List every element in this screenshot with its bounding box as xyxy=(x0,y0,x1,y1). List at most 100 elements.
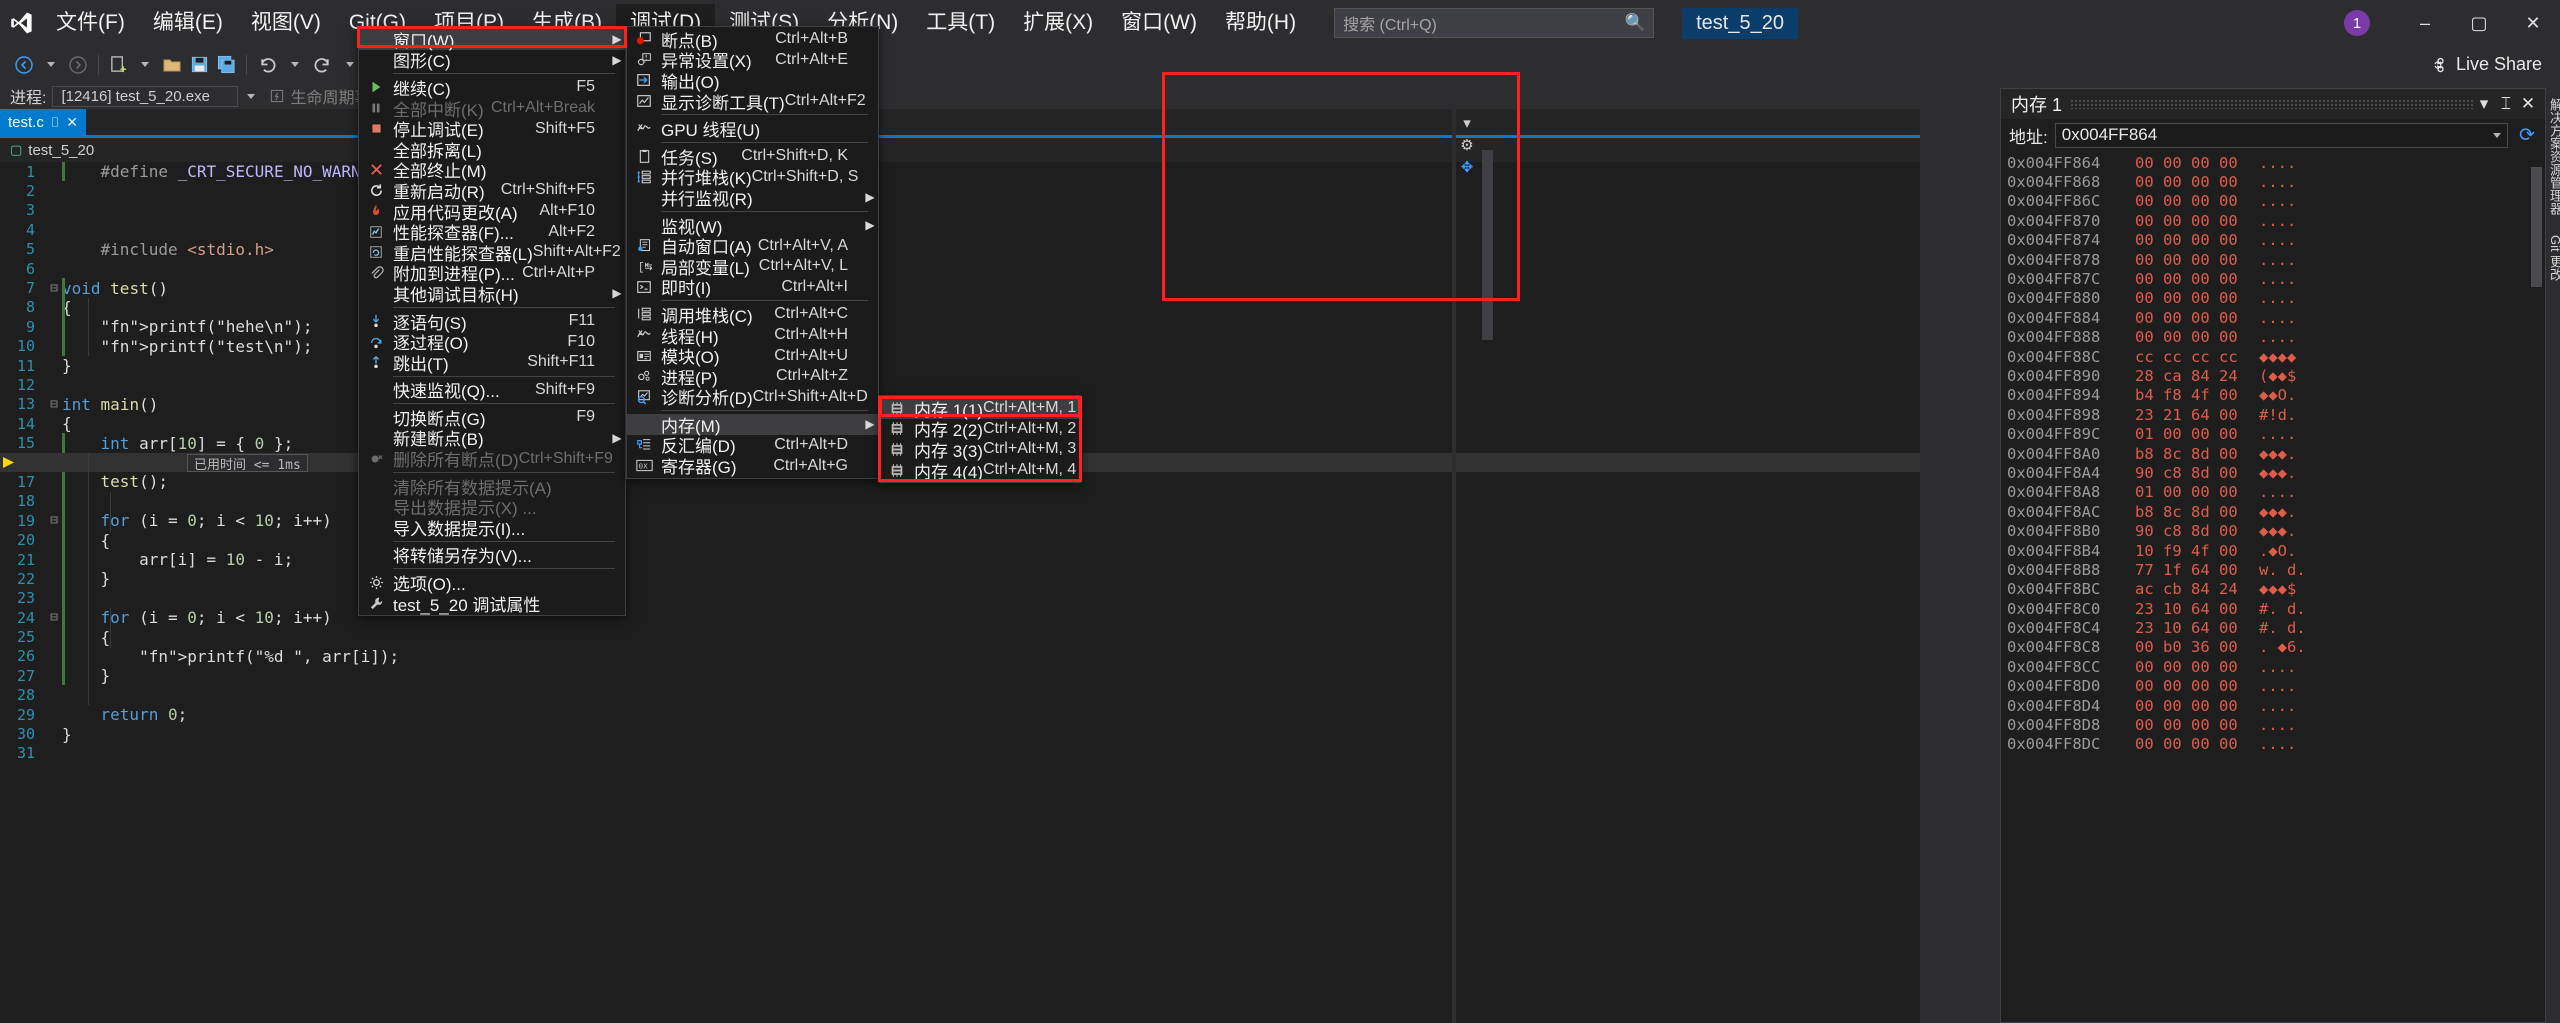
open-file-button[interactable] xyxy=(158,51,186,79)
save-button[interactable] xyxy=(186,51,213,79)
new-item-dropdown[interactable] xyxy=(132,51,158,79)
chevron-down-icon[interactable] xyxy=(2493,132,2501,138)
undo-dropdown[interactable] xyxy=(282,51,308,79)
code-line[interactable]: 8{ xyxy=(0,298,1920,317)
memory-row[interactable]: 0x004FF8AC b8 8c 8d 00 ◆◆◆. xyxy=(2007,502,2545,521)
code-line[interactable]: 22 } xyxy=(0,569,1920,588)
memory-row[interactable]: 0x004FF8B0 90 c8 8d 00 ◆◆◆. xyxy=(2007,521,2545,540)
code-editor[interactable]: 1 #define _CRT_SECURE_NO_WARNINGS 1 23 45 … xyxy=(0,162,1920,1023)
memory-row[interactable]: 0x004FF8D0 00 00 00 00.... xyxy=(2007,677,2545,696)
close-icon[interactable]: ✕ xyxy=(2517,94,2539,114)
memory-row[interactable]: 0x004FF898 23 21 64 00 #!d. xyxy=(2007,405,2545,424)
split-icon[interactable]: ✥ xyxy=(1456,156,1478,178)
menu-item-3[interactable]: 内存 4(4) Ctrl+Alt+M, 4 xyxy=(880,460,1080,482)
memory-row[interactable]: 0x004FF884 00 00 00 00.... xyxy=(2007,308,2545,327)
code-line[interactable]: 4 xyxy=(0,220,1920,239)
code-line[interactable]: 3 xyxy=(0,201,1920,220)
memory-scrollbar-thumb[interactable] xyxy=(2531,167,2542,287)
minimize-button[interactable]: – xyxy=(2398,0,2452,46)
code-line[interactable]: 10 "fn">printf("test\n"); xyxy=(0,337,1920,356)
gear-icon[interactable]: ⚙ xyxy=(1456,134,1478,156)
code-line[interactable]: 30} xyxy=(0,724,1920,744)
memory-row[interactable]: 0x004FF888 00 00 00 00.... xyxy=(2007,328,2545,347)
refresh-icon[interactable]: ⟳ xyxy=(2515,124,2539,147)
live-share-button[interactable]: Live Share xyxy=(2429,54,2560,75)
drag-handle[interactable] xyxy=(2070,99,2473,109)
code-line[interactable]: 12 xyxy=(0,375,1920,394)
editor-gutter[interactable] xyxy=(0,162,14,1023)
memory-row[interactable]: 0x004FF8CC 00 00 00 00.... xyxy=(2007,657,2545,676)
code-line[interactable]: 25 { xyxy=(0,627,1920,647)
pin-icon[interactable]: ⌷ xyxy=(51,114,59,131)
tab-git-changes[interactable]: Git 更改 xyxy=(2546,225,2560,291)
address-input[interactable]: 0x004FF864 xyxy=(2054,122,2508,148)
code-line[interactable]: 1 #define _CRT_SECURE_NO_WARNINGS 1 xyxy=(0,162,1920,181)
memory-row[interactable]: 0x004FF8C0 23 10 64 00 #. d. xyxy=(2007,599,2545,618)
collapse-icon[interactable]: ▾ xyxy=(1456,112,1478,134)
menu-window[interactable]: 窗口(W) xyxy=(1107,4,1211,42)
code-line[interactable]: 5 #include <stdio.h> xyxy=(0,240,1920,259)
memory-row[interactable]: 0x004FF8A8 01 00 00 00.... xyxy=(2007,483,2545,502)
memory-row[interactable]: 0x004FF894 b4 f8 4f 00 ◆◆O. xyxy=(2007,386,2545,405)
memory-row[interactable]: 0x004FF8C8 00 b0 36 00 . ◆6. xyxy=(2007,638,2545,657)
memory-row[interactable]: 0x004FF8C4 23 10 64 00 #. d. xyxy=(2007,618,2545,637)
memory-row[interactable]: 0x004FF8A0 b8 8c 8d 00 ◆◆◆. xyxy=(2007,444,2545,463)
navigate-forward-button[interactable] xyxy=(64,51,92,79)
code-line[interactable]: 28 xyxy=(0,686,1920,705)
menu-item-1[interactable]: 图形(C) ▶ xyxy=(359,50,625,71)
search-input[interactable]: 搜索 (Ctrl+Q) 🔍 xyxy=(1334,8,1655,38)
memory-row[interactable]: 0x004FF864 00 00 00 00.... xyxy=(2007,153,2545,172)
tab-test-c[interactable]: test.c ⌷ ✕ xyxy=(0,109,86,135)
code-line[interactable]: 23 xyxy=(0,589,1920,608)
menu-item-29[interactable]: 将转储另存为(V)... xyxy=(359,545,625,566)
collapse-icon[interactable]: ⊟ xyxy=(46,513,62,528)
redo-button[interactable] xyxy=(308,51,337,79)
navigate-back-dropdown[interactable] xyxy=(38,51,64,79)
chevron-down-icon[interactable]: ▾ xyxy=(2473,94,2495,114)
collapse-icon[interactable]: ⊟ xyxy=(46,397,62,412)
memory-row[interactable]: 0x004FF890 28 ca 84 24 (◆◆$ xyxy=(2007,366,2545,385)
code-line[interactable]: 19 ⊟ for (i = 0; i < 10; i++) xyxy=(0,511,1920,530)
memory-row[interactable]: 0x004FF878 00 00 00 00.... xyxy=(2007,250,2545,269)
close-button[interactable]: ✕ xyxy=(2506,0,2560,46)
code-line[interactable]: 26 "fn">printf("%d ", arr[i]); xyxy=(0,647,1920,666)
memory-scrollbar[interactable] xyxy=(2529,151,2544,1021)
debug-menu-panel[interactable]: 窗口(W) ▶ 图形(C) ▶ 继续(C) F5 全部中断(K) Ctrl+Alt+Break… xyxy=(358,26,626,617)
code-line[interactable]: 18 xyxy=(0,492,1920,511)
menu-item-19[interactable]: 快速监视(Q)... Shift+F9 xyxy=(359,380,625,402)
notification-badge[interactable]: 1 xyxy=(2344,10,2370,36)
menu-item-24[interactable]: 0X 寄存器(G) Ctrl+Alt+G xyxy=(627,455,878,477)
code-line[interactable]: 9 "fn">printf("hehe\n"); xyxy=(0,317,1920,336)
menu-tools[interactable]: 工具(T) xyxy=(912,4,1009,42)
memory-row[interactable]: 0x004FF8DC 00 00 00 00.... xyxy=(2007,735,2545,754)
memory-row[interactable]: 0x004FF88C cc cc cc cc ◆◆◆◆ xyxy=(2007,347,2545,366)
code-line[interactable]: 20 { xyxy=(0,530,1920,550)
memory-rows[interactable]: 0x004FF864 00 00 00 00.... 0x004FF868 00 00… xyxy=(2001,151,2545,754)
memory-row[interactable]: 0x004FF87C 00 00 00 00.... xyxy=(2007,269,2545,288)
save-all-button[interactable] xyxy=(213,51,240,79)
memory-row[interactable]: 0x004FF8B8 77 1f 64 00 w. d. xyxy=(2007,560,2545,579)
memory-row[interactable]: 0x004FF89C 01 00 00 00.... xyxy=(2007,424,2545,443)
memory-row[interactable]: 0x004FF8D4 00 00 00 00.... xyxy=(2007,696,2545,715)
memory-row[interactable]: 0x004FF8BC ac cb 84 24 ◆◆◆$ xyxy=(2007,580,2545,599)
collapse-icon[interactable]: ⊟ xyxy=(46,610,62,625)
menu-item-32[interactable]: test_5_20 调试属性 xyxy=(359,593,625,615)
memory-row[interactable]: 0x004FF8A4 90 c8 8d 00 ◆◆◆. xyxy=(2007,463,2545,482)
code-line[interactable]: 21 arr[i] = 10 - i; xyxy=(0,550,1920,569)
collapse-icon[interactable]: ⊟ xyxy=(46,281,62,296)
menu-item-17[interactable]: 跳出(T) Shift+F11 xyxy=(359,352,625,374)
menu-item-27[interactable]: 导入数据提示(I)... xyxy=(359,517,625,539)
search-icon[interactable]: 🔍 xyxy=(1625,13,1646,33)
memory-row[interactable]: 0x004FF868 00 00 00 00.... xyxy=(2007,172,2545,191)
pin-icon[interactable]: ⌶ xyxy=(2495,94,2517,114)
editor-scrollbar-thumb[interactable] xyxy=(1482,150,1493,340)
maximize-button[interactable]: ▢ xyxy=(2452,0,2506,46)
memory-submenu-panel[interactable]: 内存 1(1) Ctrl+Alt+M, 1 内存 2(2) Ctrl+Alt+M, 2… xyxy=(879,395,1081,484)
menu-extensions[interactable]: 扩展(X) xyxy=(1009,4,1107,42)
code-line[interactable]: 6 xyxy=(0,259,1920,278)
new-item-button[interactable] xyxy=(105,51,132,79)
menu-item-13[interactable]: 其他调试目标(H) ▶ xyxy=(359,283,625,305)
process-dropdown[interactable] xyxy=(238,82,264,110)
code-line[interactable]: 11} xyxy=(0,356,1920,375)
menu-file[interactable]: 文件(F) xyxy=(42,4,139,42)
